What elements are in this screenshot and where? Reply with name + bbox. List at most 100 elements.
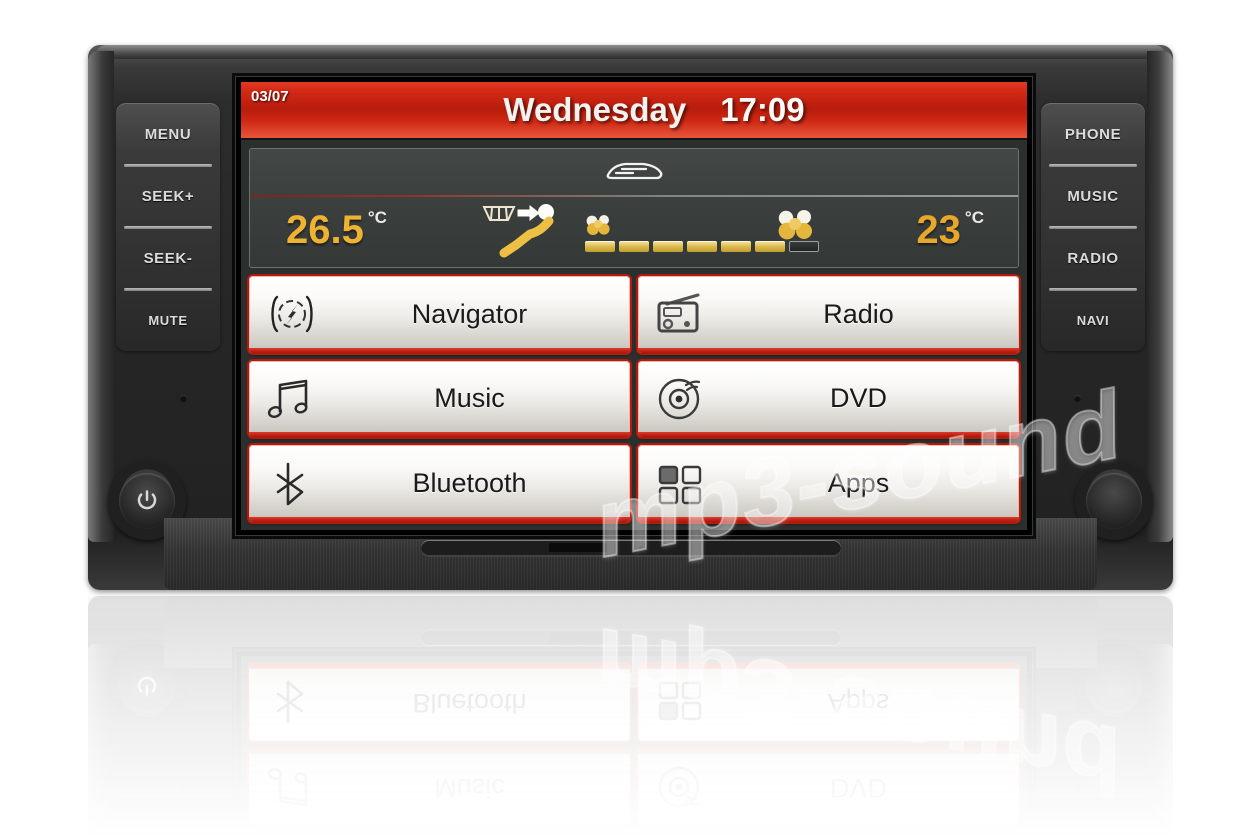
fan-segment[interactable] xyxy=(721,241,751,252)
menu-label-music: Music xyxy=(434,383,505,414)
climate-top-row xyxy=(250,149,1018,195)
menu-button-dvd[interactable]: DVD xyxy=(638,360,1019,438)
phone-button[interactable]: PHONE xyxy=(1041,103,1145,165)
status-led-left xyxy=(180,395,187,402)
status-weekday: Wednesday xyxy=(503,91,687,128)
fan-segment[interactable] xyxy=(653,241,683,252)
reflection-menu-button-navigator: Navigator xyxy=(249,833,630,840)
reflection-menu-button-apps: Apps xyxy=(638,664,1019,741)
menu-label-radio: Radio xyxy=(823,298,894,329)
reflection-menu-label-bluetooth: Bluetooth xyxy=(412,687,527,718)
disc-icon xyxy=(638,376,724,422)
surface-reflection: MENU SEEK+ SEEK- MUTE PHONE MUSIC RADIO … xyxy=(88,596,1173,840)
reflection-menu-button-bluetooth: Bluetooth xyxy=(249,664,630,741)
navi-button-label: NAVI xyxy=(1076,312,1110,328)
menu-label-apps: Apps xyxy=(827,468,890,499)
screenshot-stage: MENU SEEK+ SEEK- MUTE PHONE MUSIC RADIO … xyxy=(0,0,1260,840)
status-clock: 17:09 xyxy=(720,91,805,128)
reflection-bluetooth-icon xyxy=(249,679,335,725)
reflection-disc-icon xyxy=(638,764,724,810)
reflection-menu-label-apps: Apps xyxy=(827,687,890,718)
radio-icon xyxy=(638,291,724,337)
passenger-temp-unit: °C xyxy=(964,207,984,227)
fan-icon-low xyxy=(586,215,610,235)
reflection-main-menu-grid: Navigator Radio xyxy=(241,656,1027,840)
menu-button-navigator[interactable]: Navigator xyxy=(249,276,630,353)
reflection-navi-button: NAVI xyxy=(1041,835,1145,840)
passenger-temp-value: 23 xyxy=(916,207,961,252)
menu-button-bluetooth[interactable]: Bluetooth xyxy=(249,445,630,522)
eject-indicator xyxy=(548,543,607,552)
music-button[interactable]: MUSIC xyxy=(1041,164,1145,227)
driver-temp-unit: °C xyxy=(367,207,387,227)
reflection-left-button-column: MENU SEEK+ SEEK- MUTE xyxy=(116,835,220,840)
grid-apps-icon xyxy=(638,461,724,507)
status-led-right xyxy=(1074,395,1081,402)
reflection-status-led-right xyxy=(1074,784,1081,791)
status-bar: 03/07 Wednesday 17:09 xyxy=(241,82,1027,140)
touchscreen-display[interactable]: 03/07 Wednesday 17:09 26.5 °C 23 °C Navi… xyxy=(232,73,1133,579)
reflection-menu-button-radio: Radio xyxy=(638,833,1019,840)
phone-button-label: PHONE xyxy=(1064,125,1122,143)
reflection-body: MENU SEEK+ SEEK- MUTE PHONE MUSIC RADIO … xyxy=(88,596,1173,840)
status-date: 03/07 xyxy=(251,88,289,105)
seek-up-button-label: SEEK+ xyxy=(141,187,195,205)
reflection-touchscreen-display: 03/07 Wednesday 17:09 xyxy=(232,607,1133,840)
menu-label-navigator: Navigator xyxy=(411,298,528,329)
main-menu-grid: Navigator Radio Music DVD Bluetooth Apps xyxy=(241,268,1027,530)
bluetooth-icon xyxy=(249,461,335,507)
reflection-power-icon xyxy=(137,676,157,696)
reflection-eject-indicator xyxy=(548,634,607,643)
reflection-menu-button-music: Music xyxy=(249,748,630,826)
reflection-music-note-icon xyxy=(249,764,335,810)
car-head-unit: MENU SEEK+ SEEK- MUTE PHONE MUSIC RADIO … xyxy=(88,596,1173,840)
climate-panel[interactable]: 26.5 °C 23 °C xyxy=(249,148,1019,268)
mute-button[interactable]: MUTE xyxy=(116,288,220,351)
music-button-label: MUSIC xyxy=(1067,187,1119,205)
radio-button-label: RADIO xyxy=(1067,249,1119,267)
menu-button-apps[interactable]: Apps xyxy=(638,445,1019,522)
disc-slot[interactable] xyxy=(420,540,841,556)
left-button-column: MENU SEEK+ SEEK- MUTE xyxy=(116,103,220,351)
chassis-left-edge xyxy=(88,51,114,542)
reflection-grid-apps-icon xyxy=(638,679,724,725)
passenger-temperature[interactable]: 23 °C xyxy=(916,208,984,253)
compass-icon xyxy=(249,291,335,337)
car-head-unit: MENU SEEK+ SEEK- MUTE PHONE MUSIC RADIO … xyxy=(88,45,1173,590)
music-note-icon xyxy=(249,376,335,422)
menu-button-radio[interactable]: Radio xyxy=(638,276,1019,353)
climate-main-row: 26.5 °C 23 °C xyxy=(250,195,1018,265)
screen-content: 03/07 Wednesday 17:09 26.5 °C 23 °C Navi… xyxy=(241,82,1027,530)
fan-segment[interactable] xyxy=(585,241,615,252)
fan-segment[interactable] xyxy=(755,241,785,252)
menu-label-bluetooth: Bluetooth xyxy=(412,468,527,499)
fan-segment[interactable] xyxy=(619,241,649,252)
mute-button-label: MUTE xyxy=(148,312,188,328)
reflection-screen-content: 03/07 Wednesday 17:09 xyxy=(241,656,1027,840)
chassis-right-edge xyxy=(1147,51,1173,542)
power-icon xyxy=(137,490,157,510)
defrost-to-face-seat-icon[interactable] xyxy=(480,201,564,259)
reflection-menu-label-dvd: DVD xyxy=(829,772,887,803)
driver-temperature[interactable]: 26.5 °C xyxy=(286,208,387,253)
status-center: Wednesday 17:09 xyxy=(241,91,1027,129)
seek-down-button[interactable]: SEEK- xyxy=(116,226,220,289)
chassis-top-lip xyxy=(96,45,1165,59)
reflection-menu-label-music: Music xyxy=(434,772,505,803)
reflection-disc-slot xyxy=(420,630,841,646)
menu-label-dvd: DVD xyxy=(829,383,887,414)
navi-button[interactable]: NAVI xyxy=(1041,288,1145,351)
menu-button[interactable]: MENU xyxy=(116,103,220,165)
reset-pinhole xyxy=(638,546,643,550)
reflection-reset-pinhole xyxy=(638,636,643,640)
menu-button-music[interactable]: Music xyxy=(249,360,630,438)
reflection-right-button-column: PHONE MUSIC RADIO NAVI xyxy=(1041,835,1145,840)
reflection-mute-button: MUTE xyxy=(116,835,220,840)
fan-segment[interactable] xyxy=(789,241,819,252)
menu-button-label: MENU xyxy=(144,125,192,143)
radio-button[interactable]: RADIO xyxy=(1041,226,1145,289)
seek-up-button[interactable]: SEEK+ xyxy=(116,164,220,227)
seek-down-button-label: SEEK- xyxy=(143,249,193,267)
fan-segment[interactable] xyxy=(687,241,717,252)
fan-speed-bar[interactable] xyxy=(585,241,819,252)
